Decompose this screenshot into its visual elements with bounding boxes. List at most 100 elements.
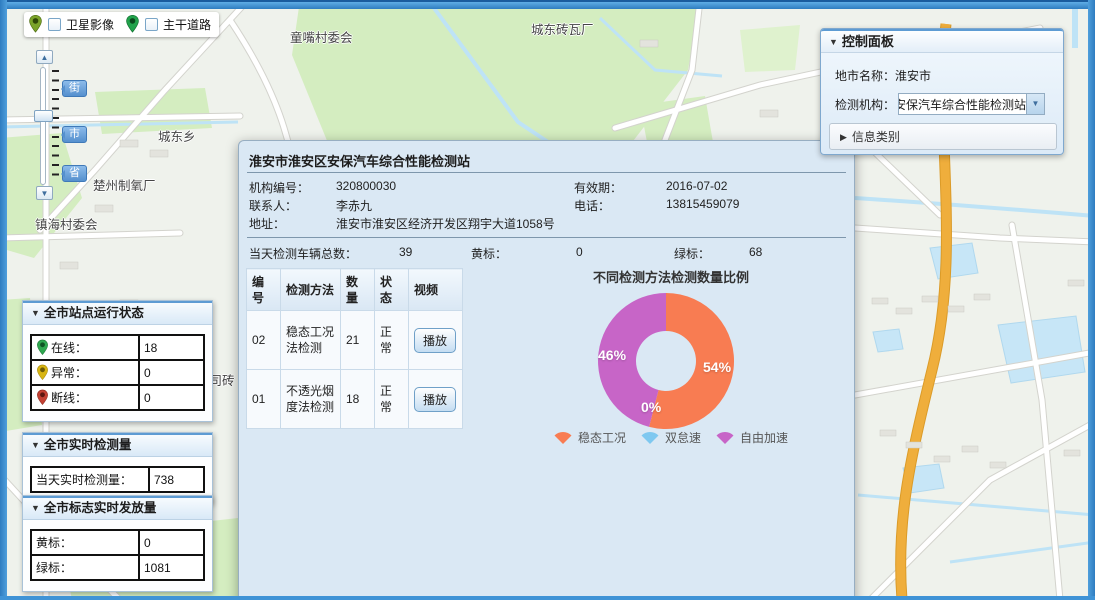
city-name-label: 地市名称： bbox=[835, 67, 895, 84]
map-zoom-control: ▲ 街 市 省 ▼ bbox=[30, 50, 140, 200]
info-category-button[interactable]: ▶信息类别 bbox=[829, 123, 1057, 150]
contact-label: 联系人： bbox=[249, 197, 297, 214]
zoom-level-province[interactable]: 省 bbox=[62, 165, 87, 182]
badge-issuance-header[interactable]: ▼全市标志实时发放量 bbox=[23, 496, 212, 520]
table-row: 断线： 0 bbox=[31, 385, 204, 410]
satellite-pin-icon bbox=[28, 14, 43, 34]
phone-value: 13815459079 bbox=[666, 197, 739, 211]
window-frame-top bbox=[0, 0, 1095, 9]
collapse-caret-icon: ▼ bbox=[31, 498, 40, 519]
online-label: 在线： bbox=[51, 339, 87, 356]
map-label-brickyard: 城东砖瓦厂 bbox=[531, 19, 594, 38]
pct-label-free: 46% bbox=[598, 347, 626, 363]
detection-method-table: 编号 检测方法 数量 状态 视频 02 稳态工况法检测 21 正常 播放 01 … bbox=[246, 268, 463, 429]
today-realtime-label: 当天实时检测量： bbox=[31, 467, 149, 492]
col-header-no: 编号 bbox=[247, 269, 281, 311]
control-panel: ▼控制面板 地市名称： 淮安市 检测机构： 安保汽车综合性能检测站 ▼ ▶信息类… bbox=[820, 28, 1064, 155]
row-status: 正常 bbox=[375, 311, 409, 370]
valid-date-value: 2016-07-02 bbox=[666, 179, 727, 193]
main-roads-checkbox[interactable] bbox=[145, 18, 158, 31]
offline-count: 0 bbox=[139, 385, 204, 410]
online-count: 18 bbox=[139, 335, 204, 360]
zoom-in-button[interactable]: ▲ bbox=[36, 50, 53, 64]
col-header-count: 数量 bbox=[341, 269, 375, 311]
chevron-down-icon[interactable]: ▼ bbox=[1026, 94, 1044, 114]
table-row: 在线： 18 bbox=[31, 335, 204, 360]
map-label-town: 城东乡 bbox=[158, 126, 196, 145]
table-row: 黄标： 0 bbox=[31, 530, 204, 555]
abnormal-pin-icon bbox=[36, 364, 49, 381]
legend-item-steady[interactable]: 稳态工况 bbox=[552, 429, 626, 446]
contact-value: 李赤九 bbox=[336, 197, 372, 214]
realtime-detection-header[interactable]: ▼全市实时检测量 bbox=[23, 433, 212, 457]
col-header-method: 检测方法 bbox=[281, 269, 341, 311]
station-status-header[interactable]: ▼全市站点运行状态 bbox=[23, 301, 212, 325]
badge-issuance-panel: ▼全市标志实时发放量 黄标： 0 绿标： 1081 bbox=[22, 495, 213, 592]
row-method: 稳态工况法检测 bbox=[281, 311, 341, 370]
table-row: 异常： 0 bbox=[31, 360, 204, 385]
control-panel-header[interactable]: ▼控制面板 bbox=[821, 29, 1063, 53]
total-vehicles-value: 39 bbox=[399, 245, 412, 259]
org-no-label: 机构编号： bbox=[249, 179, 309, 196]
realtime-detection-panel: ▼全市实时检测量 当天实时检测量： 738 bbox=[22, 432, 213, 504]
main-roads-toggle-label[interactable]: 主干道路 bbox=[163, 16, 211, 33]
satellite-checkbox[interactable] bbox=[48, 18, 61, 31]
divider bbox=[247, 172, 846, 173]
yellow-badge-stat-value: 0 bbox=[576, 245, 583, 259]
abnormal-count: 0 bbox=[139, 360, 204, 385]
row-count: 21 bbox=[341, 311, 375, 370]
table-row: 01 不透光烟度法检测 18 正常 播放 bbox=[247, 370, 463, 429]
zoom-level-street[interactable]: 街 bbox=[62, 80, 87, 97]
triangle-right-icon: ▶ bbox=[840, 132, 847, 143]
window-frame-left bbox=[0, 0, 7, 600]
total-vehicles-label: 当天检测车辆总数： bbox=[249, 245, 357, 262]
collapse-caret-icon: ▼ bbox=[31, 303, 40, 324]
table-row: 02 稳态工况法检测 21 正常 播放 bbox=[247, 311, 463, 370]
zoom-slider-track[interactable] bbox=[40, 67, 46, 185]
green-badge-count: 1081 bbox=[139, 555, 204, 580]
col-header-video: 视频 bbox=[409, 269, 463, 311]
abnormal-label: 异常： bbox=[51, 364, 87, 381]
popup-title: 淮安市淮安区安保汽车综合性能检测站 bbox=[249, 151, 470, 170]
org-select-dropdown[interactable]: 安保汽车综合性能检测站 ▼ bbox=[898, 93, 1045, 115]
fan-icon-steady bbox=[552, 430, 574, 445]
row-count: 18 bbox=[341, 370, 375, 429]
zoom-slider-handle[interactable] bbox=[34, 110, 53, 122]
chart-legend: 稳态工况 双怠速 自由加速 bbox=[552, 429, 802, 446]
yellow-badge-count: 0 bbox=[139, 530, 204, 555]
play-video-button[interactable]: 播放 bbox=[414, 328, 456, 353]
play-video-button[interactable]: 播放 bbox=[414, 387, 456, 412]
city-name-value: 淮安市 bbox=[895, 67, 931, 84]
row-no: 02 bbox=[247, 311, 281, 370]
valid-date-label: 有效期： bbox=[574, 179, 622, 196]
row-method: 不透光烟度法检测 bbox=[281, 370, 341, 429]
row-no: 01 bbox=[247, 370, 281, 429]
offline-label: 断线： bbox=[51, 389, 87, 406]
legend-item-free[interactable]: 自由加速 bbox=[714, 429, 788, 446]
zoom-out-button[interactable]: ▼ bbox=[36, 186, 53, 200]
pct-label-steady: 54% bbox=[703, 359, 731, 375]
fan-icon-free bbox=[714, 430, 736, 445]
app-window: 童嘴村委会 城东砖瓦厂 城东乡 楚州制氧厂 镇海村委会 公司砖 卫星影像 主干道… bbox=[0, 0, 1095, 600]
table-header-row: 编号 检测方法 数量 状态 视频 bbox=[247, 269, 463, 311]
phone-label: 电话： bbox=[574, 197, 610, 214]
today-realtime-count: 738 bbox=[149, 467, 204, 492]
row-status: 正常 bbox=[375, 370, 409, 429]
yellow-badge-label: 黄标： bbox=[31, 530, 139, 555]
map-layer-toggles: 卫星影像 主干道路 bbox=[24, 12, 219, 37]
station-detail-popup: 淮安市淮安区安保汽车综合性能检测站 机构编号： 320800030 有效期： 2… bbox=[238, 140, 855, 600]
yellow-badge-stat-label: 黄标： bbox=[471, 245, 507, 262]
org-select-value: 安保汽车综合性能检测站 bbox=[898, 96, 1026, 113]
roads-pin-icon bbox=[125, 14, 140, 34]
green-badge-stat-value: 68 bbox=[749, 245, 762, 259]
legend-item-idle[interactable]: 双怠速 bbox=[639, 429, 701, 446]
satellite-toggle-label[interactable]: 卫星影像 bbox=[66, 16, 114, 33]
map-label-village-2: 镇海村委会 bbox=[35, 214, 98, 233]
chart-title: 不同检测方法检测数量比例 bbox=[566, 267, 776, 286]
col-header-status: 状态 bbox=[375, 269, 409, 311]
window-frame-bottom bbox=[0, 596, 1095, 600]
collapse-caret-icon: ▼ bbox=[31, 435, 40, 456]
window-frame-right bbox=[1088, 0, 1095, 600]
table-row: 当天实时检测量： 738 bbox=[31, 467, 204, 492]
zoom-level-city[interactable]: 市 bbox=[62, 126, 87, 143]
